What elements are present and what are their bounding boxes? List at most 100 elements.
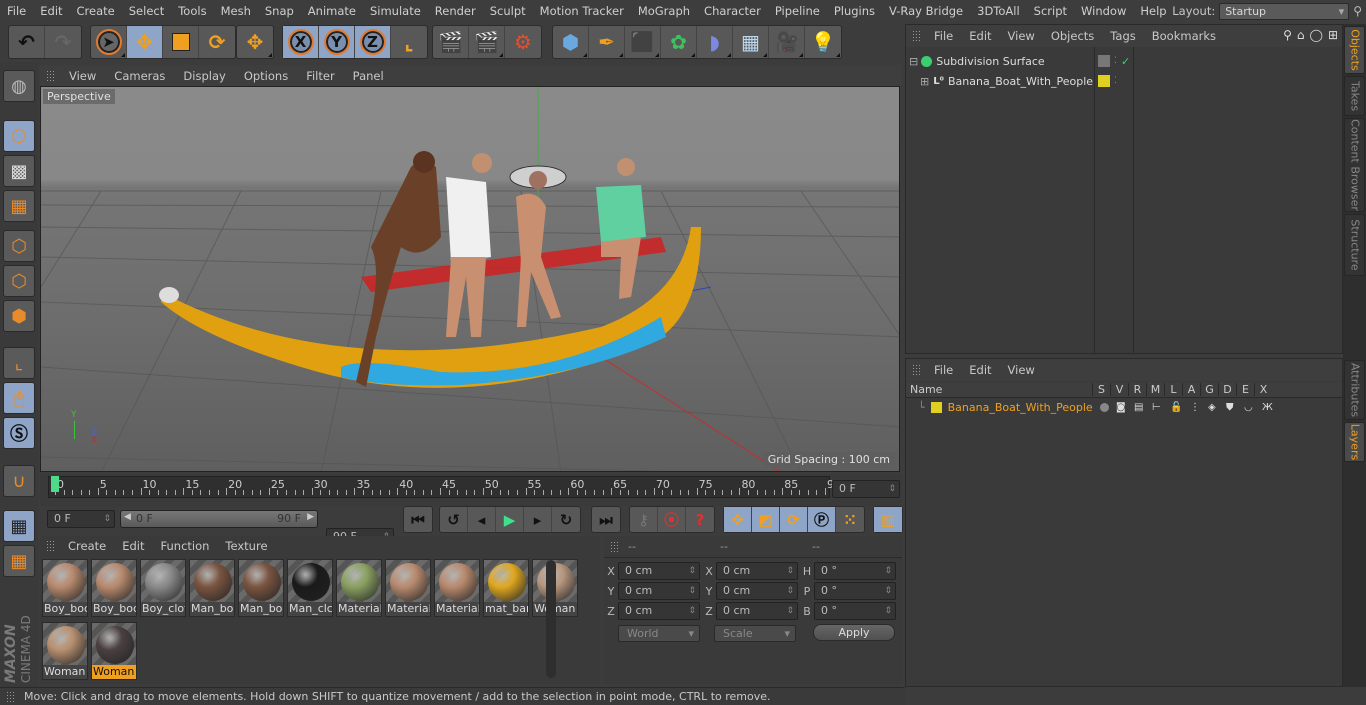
light-button[interactable]: 💡 [805, 26, 841, 58]
material-menu-create[interactable]: Create [60, 539, 114, 553]
motion-path-button[interactable]: ⚷ [630, 507, 658, 532]
tab-content-browser[interactable]: Content Browser [1344, 118, 1365, 212]
prev-frame-button[interactable]: ◂ [468, 507, 496, 532]
workplane-mode-button[interactable]: ▦ [3, 190, 35, 222]
object-menu-tags[interactable]: Tags [1102, 29, 1143, 43]
apply-button[interactable]: Apply [813, 624, 895, 641]
material-swatch[interactable]: Material [434, 559, 480, 617]
material-swatch[interactable]: Material [336, 559, 382, 617]
camera-label[interactable]: Perspective [43, 89, 115, 104]
panel-grip[interactable] [610, 540, 620, 553]
cloner-button[interactable]: ✿ [661, 26, 697, 58]
menu-snap[interactable]: Snap [258, 4, 301, 18]
floor-button[interactable]: ▦ [733, 26, 769, 58]
col-view[interactable]: V [1110, 383, 1128, 396]
menu-edit[interactable]: Edit [33, 4, 69, 18]
material-swatch[interactable]: Material [385, 559, 431, 617]
viewport-menu-options[interactable]: Options [235, 69, 297, 83]
material-swatch[interactable]: Man_bo [189, 559, 235, 617]
menu-simulate[interactable]: Simulate [363, 4, 428, 18]
object-row-subdivision[interactable]: ⊟ Subdivision Surface ⁚ ✓ [906, 51, 1342, 71]
col-deformers[interactable]: D [1218, 383, 1236, 396]
col-name[interactable]: Name [906, 383, 1092, 396]
collapse-icon[interactable]: ⊟ [909, 55, 918, 68]
goto-end-button[interactable]: ⏭ [592, 507, 620, 532]
material-swatch[interactable]: Boy_clot [140, 559, 186, 617]
menu-window[interactable]: Window [1074, 4, 1133, 18]
col-render[interactable]: R [1128, 383, 1146, 396]
prev-key-button[interactable]: ↺ [440, 507, 468, 532]
solo-icon[interactable] [1100, 402, 1109, 412]
menu-create[interactable]: Create [70, 4, 122, 18]
new-window-icon[interactable]: ⊞ [1328, 28, 1338, 42]
menu-animate[interactable]: Animate [301, 4, 363, 18]
col-solo[interactable]: S [1092, 383, 1110, 396]
menu-select[interactable]: Select [122, 4, 171, 18]
viewport-menu-view[interactable]: View [60, 69, 105, 83]
snap-button[interactable]: Ⓢ [3, 417, 35, 449]
timeline-button[interactable]: ▥ [874, 507, 902, 532]
goto-start-button[interactable]: ⏮ [404, 507, 432, 532]
col-locked[interactable]: L [1164, 383, 1182, 396]
render-settings-button[interactable]: ⚙ [505, 26, 541, 58]
material-menu-edit[interactable]: Edit [114, 539, 152, 553]
rot-h-field[interactable]: 0 ° [814, 562, 896, 580]
rot-p-field[interactable]: 0 ° [814, 582, 896, 600]
object-menu-edit[interactable]: Edit [961, 29, 999, 43]
menu-plugins[interactable]: Plugins [827, 4, 882, 18]
viewport-menu-filter[interactable]: Filter [297, 69, 343, 83]
key-parameter-button[interactable]: Ⓟ [808, 507, 836, 532]
size-z-field[interactable]: 0 cm [716, 602, 798, 620]
key-position-button[interactable]: ✥ [724, 507, 752, 532]
object-menu-view[interactable]: View [1000, 29, 1043, 43]
select-tool-button[interactable]: ➤ [91, 26, 127, 58]
viewport-menu-panel[interactable]: Panel [344, 69, 393, 83]
material-scrollbar[interactable] [546, 560, 556, 678]
play-button[interactable]: ▶ [496, 507, 524, 532]
xref-icon[interactable]: Ж [1262, 402, 1273, 413]
recent-tool-button[interactable]: ✥ [237, 26, 273, 58]
transform-type-dropdown[interactable]: Scale [714, 625, 796, 642]
polygons-mode-button[interactable]: ⬢ [3, 300, 35, 332]
editor-toggle-icon[interactable] [1098, 55, 1110, 67]
pos-z-field[interactable]: 0 cm [618, 602, 700, 620]
menu-tools[interactable]: Tools [171, 4, 213, 18]
object-name[interactable]: Banana_Boat_With_People [948, 75, 1093, 88]
z-axis-button[interactable]: Z [355, 26, 391, 58]
timeline-ruler[interactable]: 051015202530354045505560657075808590 [48, 476, 841, 498]
cube-button[interactable]: ⬢ [553, 26, 589, 58]
search-icon[interactable]: ⚲ [1353, 4, 1362, 18]
object-menu-bookmarks[interactable]: Bookmarks [1144, 29, 1224, 43]
animation-icon[interactable]: ⋮ [1190, 402, 1200, 413]
col-xref[interactable]: X [1254, 383, 1272, 396]
panel-grip[interactable] [46, 69, 56, 82]
layer-menu-view[interactable]: View [1000, 363, 1043, 377]
material-swatch[interactable]: Woman [91, 622, 137, 680]
deformer-icon[interactable]: ⛊ [1226, 402, 1234, 413]
range-left-arrow[interactable]: ◀ [124, 512, 131, 522]
current-frame-field[interactable]: 0 F [832, 480, 900, 498]
record-button[interactable]: ⦿ [658, 507, 686, 532]
tab-attributes[interactable]: Attributes [1344, 360, 1365, 420]
col-expressions[interactable]: E [1236, 383, 1254, 396]
tab-takes[interactable]: Takes [1344, 76, 1365, 116]
y-axis-button[interactable]: Y [319, 26, 355, 58]
panel-grip[interactable] [46, 540, 56, 552]
visibility-dots-icon[interactable]: ⁚ [1114, 56, 1117, 66]
tab-objects[interactable]: Objects [1344, 26, 1365, 74]
menu-file[interactable]: File [0, 4, 33, 18]
tab-layers[interactable]: Layers [1344, 422, 1365, 462]
menu-3dtoall[interactable]: 3DToAll [970, 4, 1027, 18]
col-manager[interactable]: M [1146, 383, 1164, 396]
layer-color-swatch[interactable] [1098, 75, 1110, 87]
texture-mode-button[interactable]: ▩ [3, 155, 35, 187]
pen-button[interactable]: ✒ [589, 26, 625, 58]
redo-button[interactable]: ↷ [45, 26, 81, 58]
layer-name[interactable]: Banana_Boat_With_People [948, 401, 1098, 414]
menu-pipeline[interactable]: Pipeline [768, 4, 827, 18]
material-swatch[interactable]: mat_bar [483, 559, 529, 617]
next-key-button[interactable]: ↻ [552, 507, 580, 532]
make-editable-button[interactable]: ◍ [3, 70, 35, 102]
layout-dropdown[interactable]: Startup [1219, 2, 1350, 20]
magnet-button[interactable]: ∪ [3, 465, 35, 497]
